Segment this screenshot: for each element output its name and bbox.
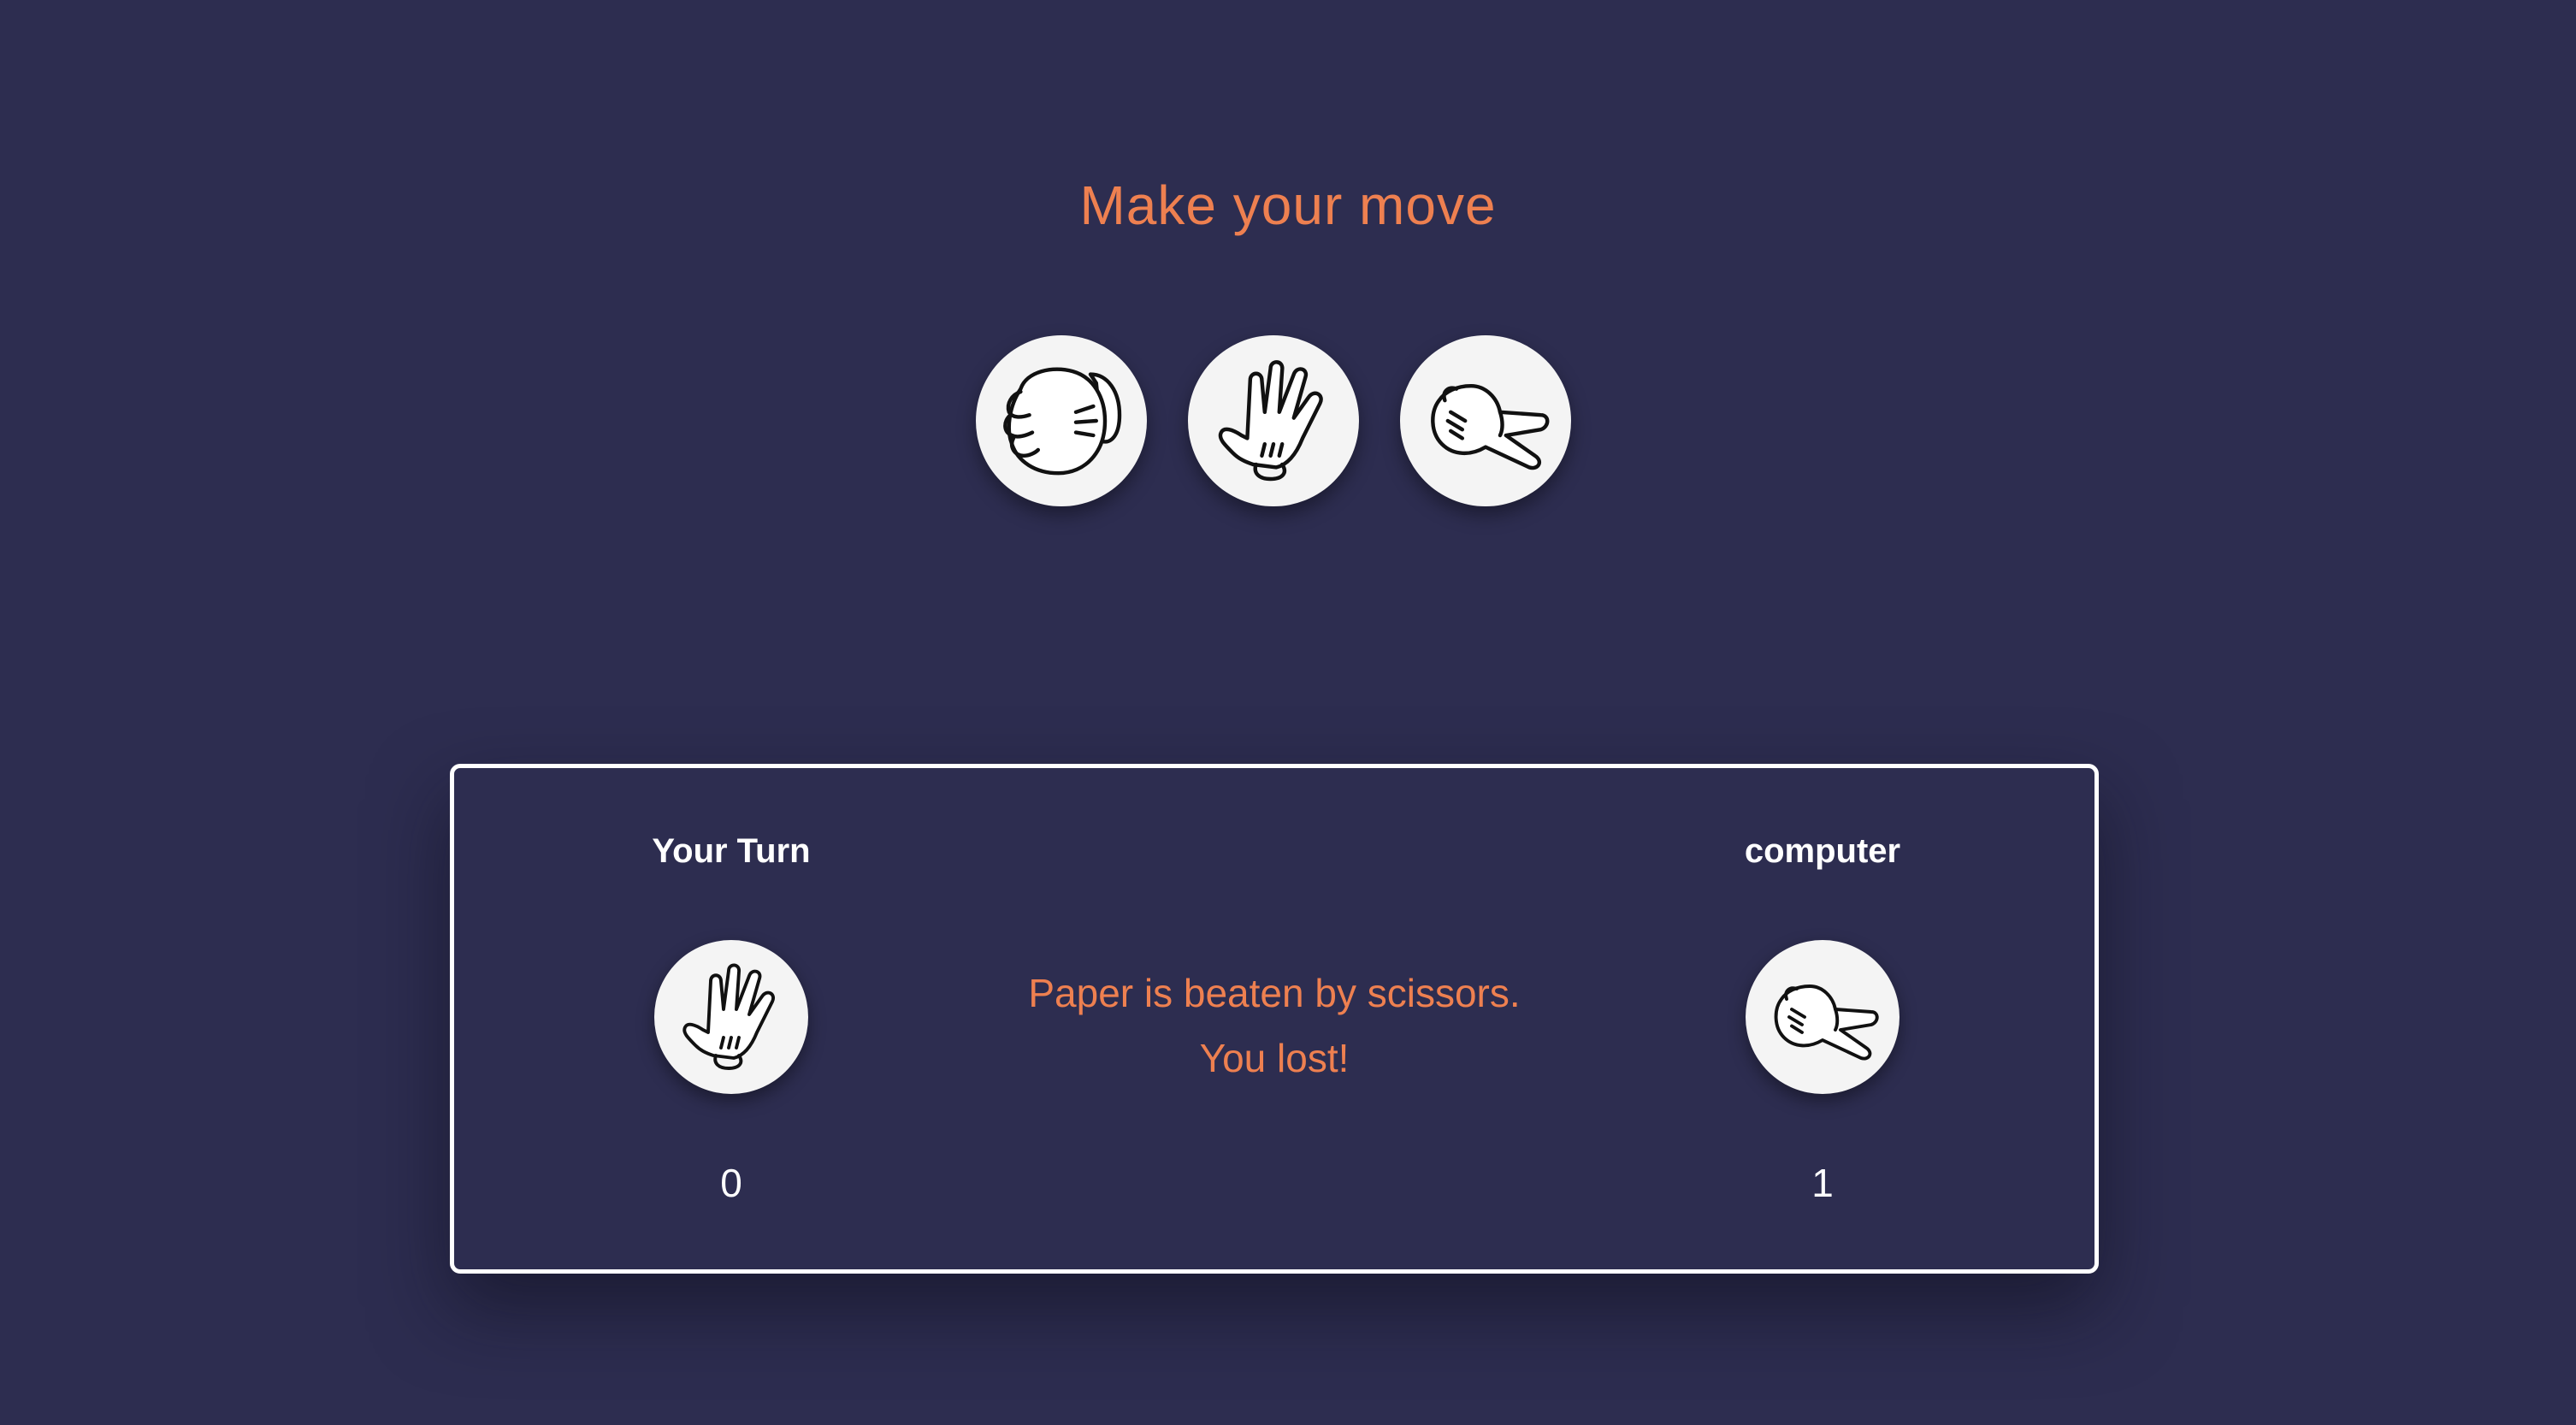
- computer-pick: [1746, 940, 1900, 1094]
- computer-score: 1: [1811, 1161, 1834, 1205]
- rock-fist-icon: [1003, 367, 1122, 476]
- page-title: Make your move: [1079, 174, 1497, 236]
- move-choices: [976, 335, 1571, 506]
- player-score: 0: [720, 1161, 742, 1205]
- rock-button[interactable]: [976, 335, 1147, 506]
- paper-button[interactable]: [1188, 335, 1359, 506]
- player-label: Your Turn: [652, 832, 811, 870]
- paper-hand-icon: [1218, 360, 1323, 482]
- scissors-button[interactable]: [1400, 335, 1571, 506]
- scissors-hand-icon: [1774, 984, 1879, 1061]
- computer-label: computer: [1744, 832, 1901, 870]
- scissors-hand-icon: [1431, 383, 1550, 470]
- scoreboard: Your Turn 0 Paper is beaten by scissors.…: [450, 764, 2099, 1274]
